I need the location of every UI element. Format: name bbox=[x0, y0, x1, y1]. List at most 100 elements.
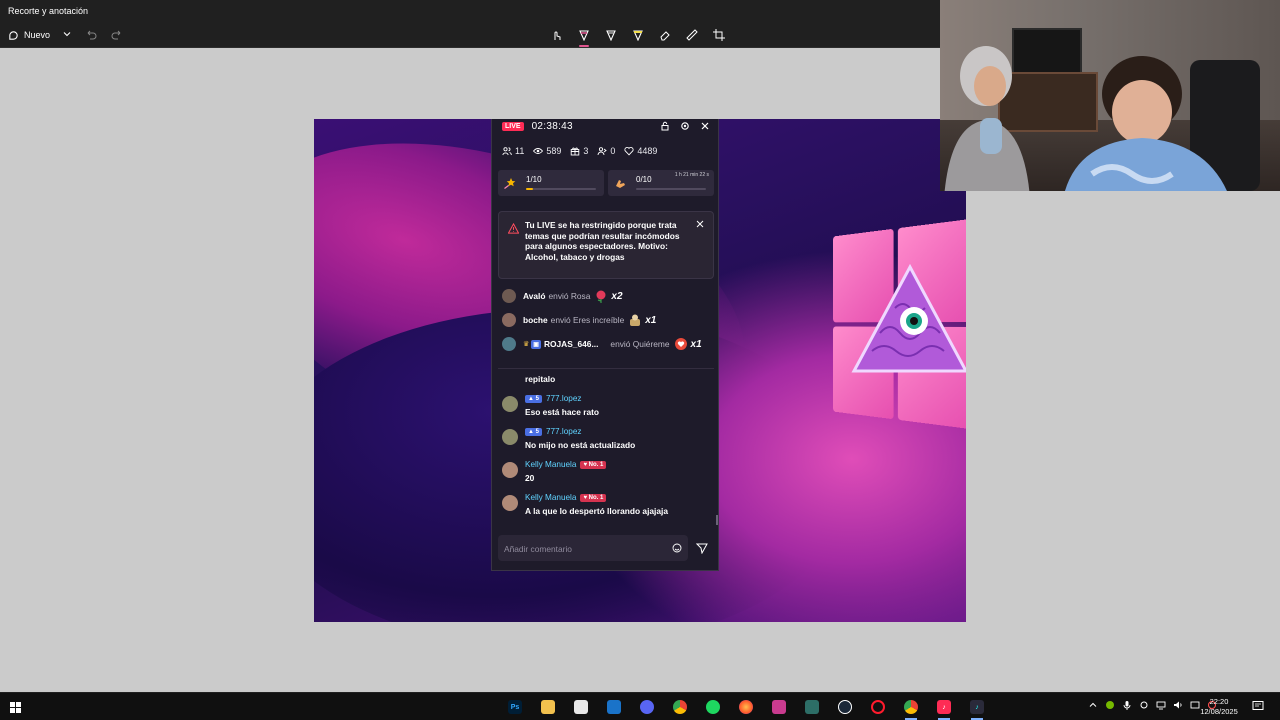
chat-feed: repitalo ▲ 5 777.lopez Eso está hace rat… bbox=[502, 374, 708, 526]
app-icon[interactable] bbox=[801, 698, 823, 716]
file-explorer-icon[interactable] bbox=[537, 698, 559, 716]
redo-icon[interactable] bbox=[111, 28, 123, 40]
rank-badge-icon: ♛ bbox=[523, 341, 530, 348]
clock-time: 22:20 bbox=[1209, 697, 1229, 706]
firefox-icon[interactable] bbox=[735, 698, 757, 716]
notification-icon[interactable] bbox=[1252, 700, 1264, 712]
shares-stat[interactable]: 0 bbox=[597, 146, 615, 156]
chat-message: ▲ 5 777.lopez No mijo no está actualizad… bbox=[502, 427, 708, 460]
streamer-person bbox=[944, 46, 1030, 191]
lock-icon[interactable] bbox=[660, 121, 670, 131]
pencil-icon[interactable] bbox=[602, 26, 620, 44]
touch-write-icon[interactable] bbox=[548, 26, 566, 44]
gift-action: envió Rosa bbox=[548, 291, 591, 301]
goal-card[interactable]: 0/10 1 h 21 min 22 s bbox=[608, 170, 714, 196]
new-snip-button[interactable]: Nuevo bbox=[8, 27, 50, 43]
chat-message: ▲ 5 777.lopez Eso está hace rato bbox=[502, 394, 708, 427]
annotation-tools bbox=[548, 26, 728, 47]
chat-username[interactable]: 777.lopez bbox=[546, 394, 582, 403]
highlighter-icon[interactable] bbox=[629, 26, 647, 44]
chat-username[interactable]: Kelly Manuela bbox=[525, 460, 576, 469]
spotify-icon[interactable] bbox=[702, 698, 724, 716]
settings-icon[interactable] bbox=[1139, 700, 1149, 710]
gift-action: envió Eres increíble bbox=[550, 315, 625, 325]
microphone-icon[interactable] bbox=[1122, 700, 1132, 710]
fan-badge: ♥ No. 1 bbox=[580, 460, 607, 469]
avatar[interactable] bbox=[502, 337, 516, 351]
live-badge: LIVE bbox=[502, 121, 524, 131]
viewers-stat[interactable]: 589 bbox=[533, 146, 561, 156]
chrome-icon[interactable] bbox=[669, 698, 691, 716]
discord-icon[interactable] bbox=[636, 698, 658, 716]
likes-stat[interactable]: 4489 bbox=[624, 146, 657, 156]
app-title: Recorte y anotación bbox=[0, 0, 940, 22]
chat-message-text: A la que lo despertó llorando ajajaja bbox=[525, 506, 669, 516]
goal-card[interactable]: 1/10 bbox=[498, 170, 604, 196]
guests-count: 11 bbox=[515, 146, 525, 156]
chat-username[interactable]: Kelly Manuela bbox=[525, 493, 576, 502]
chevron-down-icon[interactable] bbox=[62, 29, 72, 39]
chat-username[interactable]: 777.lopez bbox=[546, 427, 582, 436]
level-badge: ▲ 5 bbox=[525, 427, 542, 436]
warning-icon bbox=[508, 223, 519, 234]
goal-progress-fill bbox=[526, 188, 533, 190]
avatar[interactable] bbox=[502, 462, 518, 478]
tiktok-icon[interactable]: ♪ bbox=[933, 698, 955, 720]
steam-icon[interactable] bbox=[834, 698, 856, 716]
viewers-count: 589 bbox=[546, 146, 562, 156]
crop-icon[interactable] bbox=[710, 26, 728, 44]
avatar[interactable] bbox=[502, 289, 516, 303]
guests-stat[interactable]: 11 bbox=[502, 146, 524, 156]
shooting-star-icon bbox=[504, 178, 516, 189]
fan-badge: ♥ No. 1 bbox=[580, 493, 607, 502]
toolbar: Nuevo bbox=[0, 22, 940, 48]
send-icon[interactable] bbox=[696, 542, 708, 554]
gifts-stat[interactable]: 3 bbox=[570, 146, 588, 156]
windows-start-icon[interactable] bbox=[10, 702, 21, 713]
outlook-icon[interactable] bbox=[603, 698, 625, 716]
chrome-icon[interactable] bbox=[900, 698, 922, 720]
close-icon[interactable] bbox=[700, 121, 710, 131]
teams-icon[interactable] bbox=[768, 698, 790, 716]
fan-rank: No. 1 bbox=[588, 461, 604, 468]
calculator-icon[interactable] bbox=[570, 698, 592, 716]
undo-icon[interactable] bbox=[85, 28, 97, 40]
level-number: 5 bbox=[535, 395, 539, 402]
comment-input[interactable]: Añadir comentario bbox=[498, 535, 688, 561]
chat-message: Kelly Manuela ♥ No. 1 A la que lo desper… bbox=[502, 493, 708, 526]
avatar[interactable] bbox=[502, 429, 518, 445]
heart-gift-icon bbox=[674, 338, 687, 350]
network-icon[interactable] bbox=[1156, 700, 1166, 710]
gift-user[interactable]: boche bbox=[523, 315, 548, 325]
warning-text: Tu LIVE se ha restringido porque trata t… bbox=[525, 220, 680, 262]
clock-date: 12/08/2025 bbox=[1200, 707, 1238, 716]
avatar[interactable] bbox=[502, 396, 518, 412]
gift-user[interactable]: ROJAS_646... bbox=[544, 339, 598, 349]
emoji-icon[interactable] bbox=[672, 543, 682, 553]
close-icon[interactable] bbox=[696, 220, 704, 228]
eraser-icon[interactable] bbox=[656, 26, 674, 44]
settings-icon[interactable] bbox=[680, 121, 690, 131]
avatar[interactable] bbox=[502, 313, 516, 327]
tiktok-live-studio-icon[interactable]: ♪ bbox=[966, 698, 988, 720]
avatar[interactable] bbox=[502, 495, 518, 511]
opera-icon[interactable] bbox=[867, 698, 889, 716]
photoshop-icon[interactable]: Ps bbox=[504, 698, 526, 716]
clock[interactable]: 22:20 12/08/2025 bbox=[1198, 697, 1240, 717]
gifts-count: 3 bbox=[583, 146, 589, 156]
nvidia-icon[interactable] bbox=[1105, 700, 1115, 710]
ballpoint-pen-icon[interactable] bbox=[575, 26, 593, 47]
shares-count: 0 bbox=[610, 146, 616, 156]
chevron-up-icon[interactable] bbox=[1088, 700, 1098, 710]
gift-user[interactable]: Avaló bbox=[523, 291, 546, 301]
gift-figure-icon bbox=[630, 314, 641, 326]
volume-icon[interactable] bbox=[1173, 700, 1183, 710]
goal-progress-bar bbox=[636, 188, 706, 190]
taskbar: Ps ♪ ♪ 22:20 12/08/2025 bbox=[0, 692, 1280, 720]
streamer-person bbox=[1065, 56, 1227, 191]
ruler-icon[interactable] bbox=[683, 26, 701, 44]
chat-message-text: No mijo no está actualizado bbox=[525, 440, 636, 450]
live-goals: 1/10 0/10 1 h 21 min 22 s bbox=[498, 170, 714, 196]
chat-scrollbar[interactable] bbox=[716, 515, 718, 525]
live-header: LIVE 02:38:43 bbox=[502, 119, 710, 133]
